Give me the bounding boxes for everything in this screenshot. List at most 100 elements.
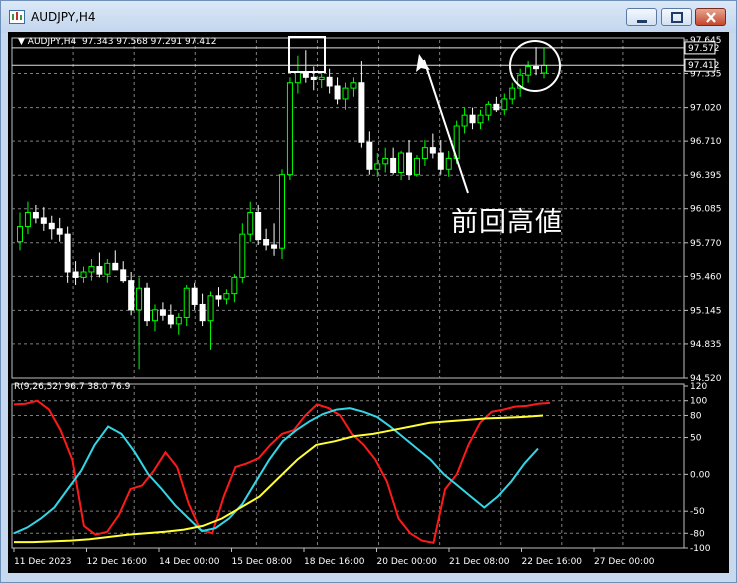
indicator-axis-label: 100 (690, 397, 707, 407)
candle-body (342, 87, 349, 100)
candle-body (382, 157, 389, 165)
time-axis-label: 12 Dec 16:00 (87, 557, 148, 567)
candle-body (263, 239, 270, 246)
indicator-line-red (13, 399, 551, 544)
candle-body (128, 280, 135, 311)
candle-body (429, 147, 436, 154)
candle-body (318, 76, 325, 80)
indicator-axis-label: -50 (690, 507, 705, 517)
candle-body (541, 64, 547, 74)
candle-body (271, 244, 278, 249)
indicator-line-yellow (14, 414, 544, 544)
candle-body (421, 147, 428, 159)
chart-info-label: ▼ AUDJPY,H4 97.343 97.568 97.291 97.412 (18, 37, 217, 47)
time-axis-label: 14 Dec 00:00 (159, 557, 220, 567)
annotation-arrow-head (416, 54, 430, 72)
candle-body (239, 233, 246, 278)
price-tag-label: 97.412 (688, 61, 720, 71)
annotation-arrow-line (423, 59, 469, 194)
candle-body (17, 226, 23, 243)
candle-body (112, 262, 119, 271)
candle-body (334, 85, 341, 100)
candle-body (223, 293, 230, 300)
candle-body (509, 87, 516, 100)
candle-body (72, 271, 79, 278)
candle-body (96, 266, 103, 275)
candle-body (279, 174, 285, 249)
indicator-axis-label: -80 (690, 529, 705, 539)
price-axis-label: 95.460 (690, 272, 722, 282)
candle-body (64, 233, 71, 273)
price-tag-label: 97.572 (688, 44, 720, 54)
time-axis-label: 11 Dec 2023 (14, 557, 72, 567)
candle-body (493, 103, 500, 111)
indicator-axis-label: 80 (690, 411, 702, 421)
candle-body (310, 76, 317, 80)
time-axis-label: 15 Dec 08:00 (232, 557, 293, 567)
candle-body (461, 114, 468, 127)
price-axis-label: 96.085 (690, 205, 722, 215)
indicator-values: 96.7 38.0 76.9 (64, 382, 131, 392)
candle-body (366, 141, 373, 170)
price-axis-label: 96.710 (690, 137, 722, 147)
candle-body (144, 287, 151, 322)
time-axis-label: 22 Dec 16:00 (522, 557, 583, 567)
candle-body (231, 276, 238, 295)
candle-body (255, 212, 262, 241)
candle-body (469, 114, 476, 124)
candle-body (398, 152, 405, 173)
indicator-line-cyan (13, 407, 539, 535)
candle-body (358, 82, 365, 143)
candle-body (477, 114, 484, 124)
candle-body (247, 212, 254, 235)
previous-high-marker-box (288, 36, 326, 73)
candle-body (104, 262, 111, 275)
price-axis-label: 95.770 (690, 239, 722, 249)
candle-body (32, 212, 39, 219)
indicator-axis-label: 50 (690, 434, 702, 444)
candle-body (350, 82, 357, 89)
ohlc-values: 97.343 97.568 97.291 97.412 (81, 37, 217, 47)
indicator-info-label: R(9,26,52) 96.7 38.0 76.9 (14, 382, 130, 392)
candle-body (175, 316, 182, 325)
time-axis-label: 20 Dec 00:00 (377, 557, 438, 567)
symbol-timeframe: AUDJPY,H4 (27, 37, 77, 47)
candle-body (159, 309, 166, 316)
candle-body (525, 65, 532, 76)
indicator-name: R(9,26,52) (14, 382, 62, 392)
candle-body (533, 65, 540, 70)
candle-body (88, 266, 95, 273)
candle-body (183, 287, 190, 318)
candle-body (374, 163, 381, 170)
candle-body (485, 103, 492, 116)
time-axis-label: 21 Dec 08:00 (449, 557, 510, 567)
candle-body (326, 76, 333, 87)
candle-body (40, 217, 47, 224)
candle-body (151, 309, 158, 322)
candle-body (191, 287, 198, 305)
candle-body (56, 228, 63, 235)
candle-body (120, 269, 127, 282)
candle-body (501, 98, 508, 111)
candle-body (406, 152, 413, 176)
time-axis-label: 27 Dec 00:00 (594, 557, 655, 567)
candle-body (207, 295, 214, 322)
candle-body (48, 222, 55, 230)
candle-body (136, 287, 143, 311)
candle-body (199, 303, 206, 322)
candle-body (286, 82, 293, 176)
time-axis-label: 18 Dec 16:00 (304, 557, 365, 567)
candle-body (294, 71, 301, 84)
indicator-axis-label: -100 (690, 544, 711, 554)
candle-body (437, 152, 444, 170)
price-chart[interactable]: 97.64597.33597.02096.71096.39596.08595.7… (0, 0, 737, 583)
price-axis-label: 95.145 (690, 306, 722, 316)
price-axis-label: 96.395 (690, 171, 722, 181)
price-axis-label: 94.835 (690, 340, 722, 350)
indicator-axis-label: 120 (690, 382, 707, 392)
candle-body (390, 157, 397, 173)
candle-body (215, 295, 222, 300)
candle-body (24, 212, 31, 228)
candle-body (80, 271, 87, 278)
price-axis-label: 97.020 (690, 104, 722, 114)
